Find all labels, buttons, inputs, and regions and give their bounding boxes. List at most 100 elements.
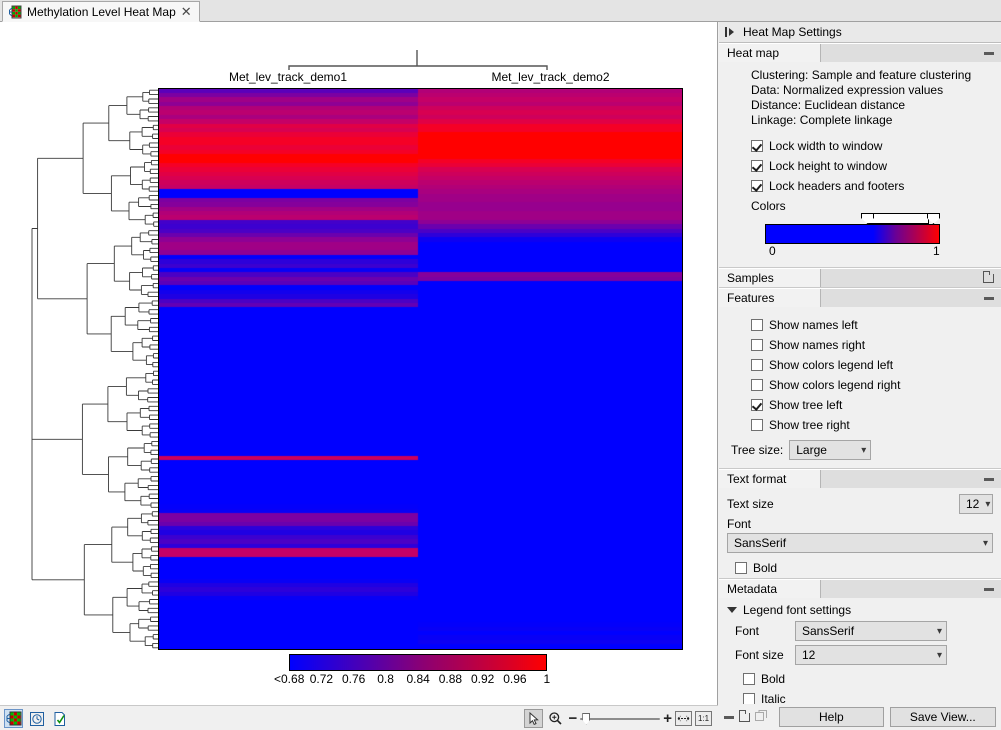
- legend-tick: 0.84: [407, 672, 430, 686]
- group-collapse-area-features[interactable]: [821, 289, 1001, 307]
- fit-width-button[interactable]: [675, 711, 692, 726]
- show-names-left-checkbox[interactable]: [751, 319, 763, 331]
- group-tab-samples[interactable]: Samples: [719, 269, 821, 287]
- show-names-left-label: Show names left: [769, 318, 858, 332]
- show-colors-legend-left-label: Show colors legend left: [769, 358, 893, 372]
- group-tab-heat-map[interactable]: Heat map: [719, 44, 821, 62]
- group-tab-text-format[interactable]: Text format: [719, 470, 821, 488]
- lock-headers-checkbox[interactable]: [751, 180, 763, 192]
- heatmap-grid[interactable]: [158, 88, 683, 650]
- column-label: Met_lev_track_demo1: [158, 70, 418, 84]
- color-range-bar[interactable]: [867, 213, 929, 224]
- group-header-heat-map[interactable]: Heat map: [719, 43, 1001, 62]
- zoom-in-button[interactable]: +: [663, 711, 672, 726]
- row-dendrogram: [30, 88, 158, 650]
- text-size-row: Text size 12 ▾: [727, 494, 993, 514]
- settings-panel-header: Heat Map Settings: [719, 22, 1001, 43]
- group-tab-features[interactable]: Features: [719, 289, 821, 307]
- lock-height-checkbox[interactable]: [751, 160, 763, 172]
- group-header-text-format[interactable]: Text format: [719, 469, 1001, 488]
- minus-icon[interactable]: [984, 588, 994, 591]
- checkbox-row-show-colors-legend-left[interactable]: Show colors legend left: [719, 355, 1001, 375]
- legend-gradient-bar: [289, 654, 547, 671]
- group-expand-area-samples[interactable]: [821, 269, 1001, 287]
- group-collapse-area[interactable]: [821, 44, 1001, 62]
- chevron-down-icon: ▾: [985, 499, 990, 510]
- show-names-right-checkbox[interactable]: [751, 339, 763, 351]
- help-button[interactable]: Help: [779, 707, 884, 727]
- zoom-tool-icon[interactable]: [546, 709, 565, 728]
- font-select[interactable]: SansSerif ▾: [727, 533, 993, 553]
- show-colors-legend-left-checkbox[interactable]: [751, 359, 763, 371]
- heatmap-view: Met_lev_track_demo1 Met_lev_track_demo2 …: [0, 22, 718, 705]
- legend-font-select[interactable]: SansSerif ▾: [795, 621, 947, 641]
- zoom-out-button[interactable]: −: [568, 711, 577, 726]
- column-label: Met_lev_track_demo2: [418, 70, 683, 84]
- restore-icon[interactable]: [739, 713, 750, 722]
- lock-width-checkbox[interactable]: [751, 140, 763, 152]
- restore-icon[interactable]: [983, 274, 994, 283]
- minus-icon[interactable]: [984, 478, 994, 481]
- legend-tick-labels: <0.680.720.760.80.840.880.920.961: [273, 672, 563, 688]
- checkbox-row-show-tree-left[interactable]: Show tree left: [719, 395, 1001, 415]
- show-tree-left-checkbox[interactable]: [751, 399, 763, 411]
- group-header-features[interactable]: Features: [719, 288, 1001, 307]
- legend-bold-checkbox[interactable]: [743, 673, 755, 685]
- info-clustering: Clustering: Sample and feature clusterin…: [751, 68, 1001, 83]
- zoom-slider-handle[interactable]: [582, 713, 590, 725]
- dock-icon[interactable]: [755, 710, 767, 724]
- group-header-samples[interactable]: Samples: [719, 268, 1001, 287]
- table-view-icon[interactable]: [50, 709, 69, 728]
- minus-icon[interactable]: [984, 52, 994, 55]
- color-scale-control[interactable]: 0 1: [719, 224, 1001, 259]
- text-size-label: Text size: [727, 497, 774, 511]
- checkbox-row-lock-width[interactable]: Lock width to window: [719, 136, 1001, 156]
- text-size-select[interactable]: 12 ▾: [959, 494, 993, 514]
- group-body-features: Show names left Show names right Show co…: [719, 307, 1001, 468]
- checkbox-row-show-tree-right[interactable]: Show tree right: [719, 415, 1001, 435]
- show-tree-right-checkbox[interactable]: [751, 419, 763, 431]
- group-collapse-area-text-format[interactable]: [821, 470, 1001, 488]
- legend-tick: 0.72: [310, 672, 333, 686]
- save-view-button[interactable]: Save View...: [890, 707, 996, 727]
- legend-font-size-select[interactable]: 12 ▾: [795, 645, 947, 665]
- tab-bar: Methylation Level Heat Map ✕: [0, 0, 1001, 22]
- group-tab-metadata[interactable]: Metadata: [719, 580, 821, 598]
- group-header-metadata[interactable]: Metadata: [719, 579, 1001, 598]
- view-mode-buttons: [4, 709, 69, 728]
- minus-icon[interactable]: [984, 297, 994, 300]
- tab-methylation-level-heat-map[interactable]: Methylation Level Heat Map ✕: [2, 1, 200, 22]
- show-colors-legend-right-checkbox[interactable]: [751, 379, 763, 391]
- checkbox-row-lock-height[interactable]: Lock height to window: [719, 156, 1001, 176]
- color-range-slider[interactable]: [765, 224, 940, 244]
- heatmap-canvas[interactable]: [159, 89, 682, 649]
- legend-font-settings-toggle[interactable]: Legend font settings: [719, 598, 1001, 621]
- help-label: Help: [819, 710, 844, 724]
- show-tree-left-label: Show tree left: [769, 398, 842, 412]
- legend-tick: 1: [544, 672, 551, 686]
- chevron-down-icon: ▾: [861, 445, 866, 456]
- tree-size-select[interactable]: Large ▾: [789, 440, 871, 460]
- checkbox-row-lock-headers[interactable]: Lock headers and footers: [719, 176, 1001, 196]
- actual-size-button[interactable]: 1:1: [695, 711, 712, 726]
- checkbox-row-bold[interactable]: Bold: [727, 558, 993, 578]
- checkbox-row-legend-bold[interactable]: Bold: [735, 669, 1001, 689]
- checkbox-row-show-names-left[interactable]: Show names left: [719, 315, 1001, 335]
- bold-checkbox[interactable]: [735, 562, 747, 574]
- group-text-format: Text format Text size 12 ▾ Font SansSeri…: [719, 469, 1001, 579]
- checkbox-row-show-colors-legend-right[interactable]: Show colors legend right: [719, 375, 1001, 395]
- close-icon[interactable]: ✕: [181, 5, 192, 18]
- triangle-down-icon[interactable]: [727, 607, 737, 613]
- actual-size-label: 1:1: [698, 714, 709, 723]
- checkbox-row-show-names-right[interactable]: Show names right: [719, 335, 1001, 355]
- heatmap-view-icon[interactable]: [4, 709, 23, 728]
- expand-panel-icon[interactable]: [725, 27, 736, 37]
- font-value: SansSerif: [734, 536, 786, 550]
- footer-icon-group: [724, 710, 767, 724]
- group-collapse-area-metadata[interactable]: [821, 580, 1001, 598]
- clock-view-icon[interactable]: [27, 709, 46, 728]
- zoom-slider[interactable]: [580, 713, 660, 725]
- pointer-tool-icon[interactable]: [524, 709, 543, 728]
- collapse-all-icon[interactable]: [724, 716, 734, 719]
- color-scale-min: 0: [769, 244, 776, 258]
